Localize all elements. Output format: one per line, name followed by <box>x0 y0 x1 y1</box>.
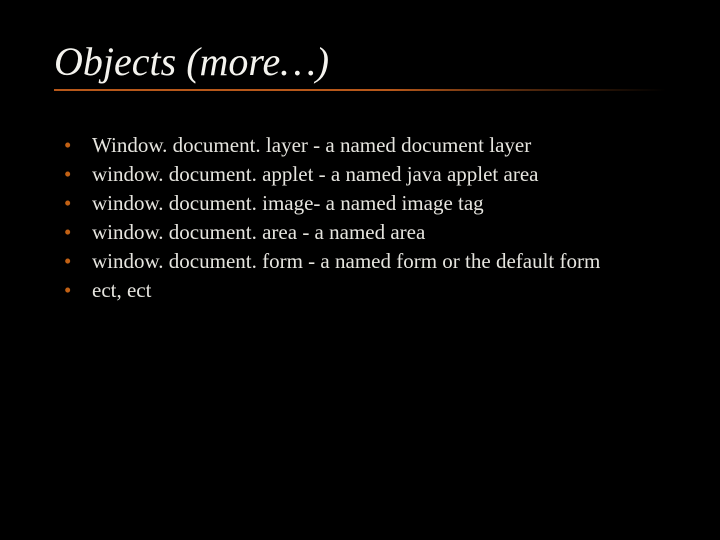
list-item: window. document. area - a named area <box>64 218 666 247</box>
slide-title: Objects (more…) <box>54 38 666 85</box>
list-item: window. document. image- a named image t… <box>64 189 666 218</box>
bullet-list: Window. document. layer - a named docume… <box>54 131 666 305</box>
list-item: ect, ect <box>64 276 666 305</box>
list-item: Window. document. layer - a named docume… <box>64 131 666 160</box>
list-item: window. document. form - a named form or… <box>64 247 666 276</box>
list-item: window. document. applet - a named java … <box>64 160 666 189</box>
title-underline <box>54 89 666 91</box>
slide: Objects (more…) Window. document. layer … <box>0 0 720 540</box>
